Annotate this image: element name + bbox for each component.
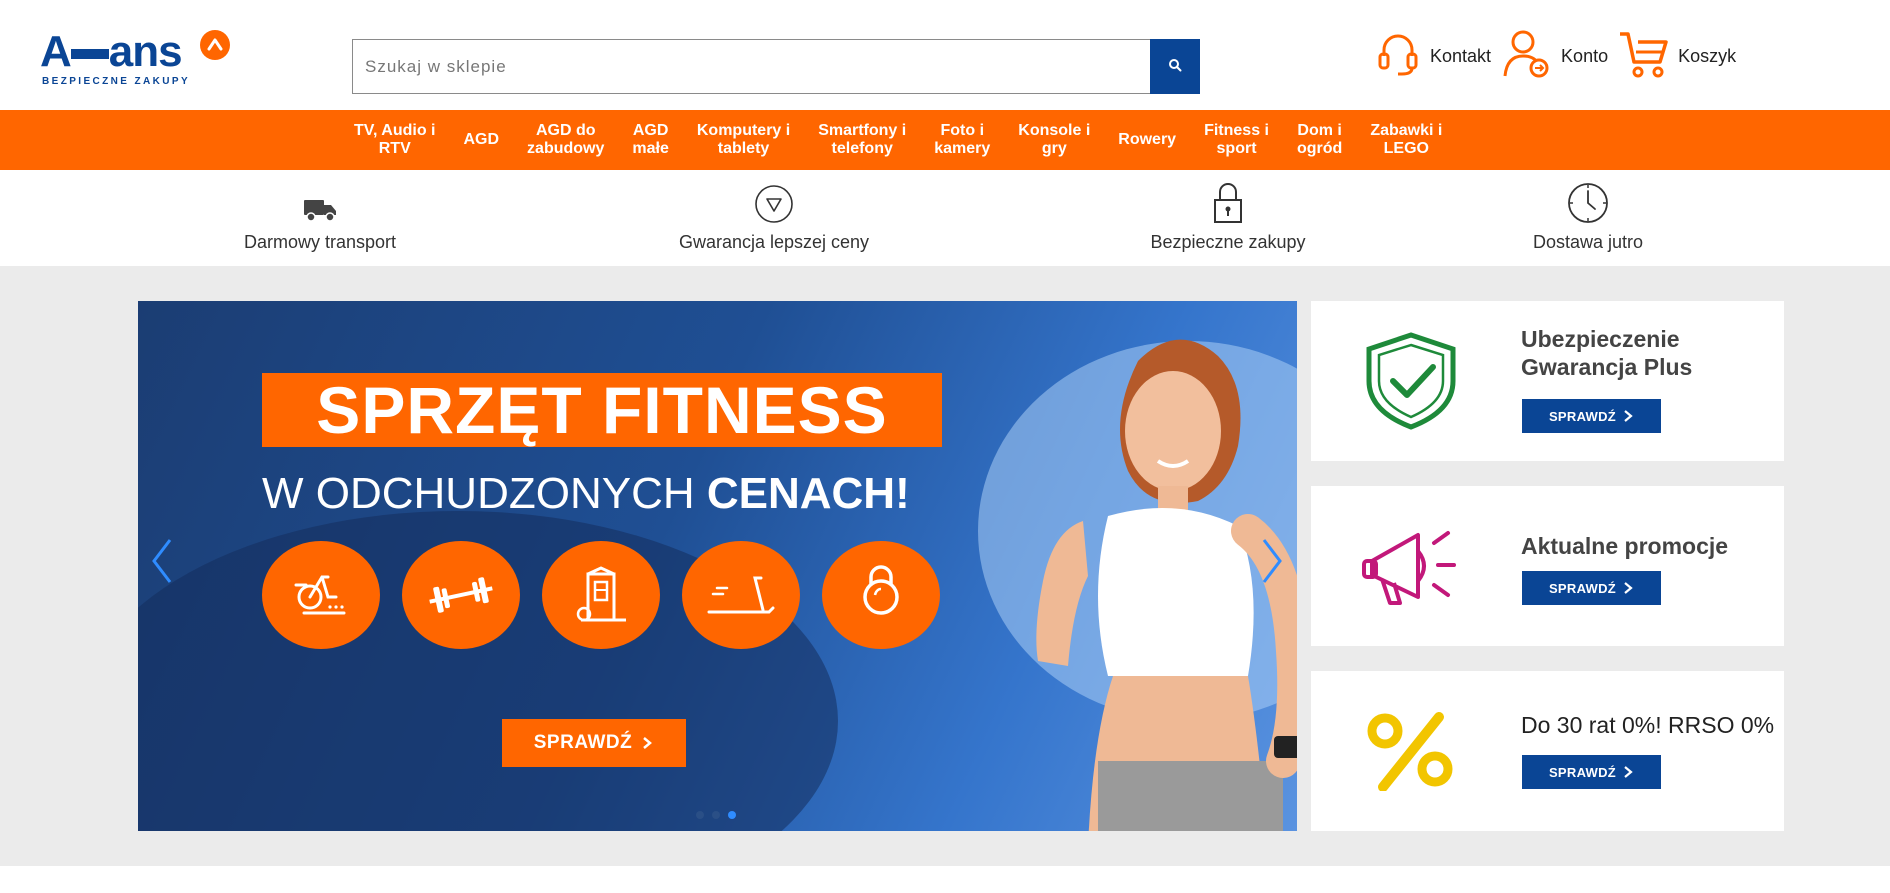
promo-offers-button[interactable]: SPRAWDŹ <box>1522 571 1661 605</box>
nav-item-dom-ogrod[interactable]: Dom i ogród <box>1283 122 1356 158</box>
promo-title: Ubezpieczenie Gwarancja Plus <box>1521 326 1693 380</box>
triangle-badge-icon <box>754 170 794 228</box>
hero-cta-button[interactable]: SPRAWDŹ <box>502 719 686 767</box>
hero-slider[interactable]: SPRZĘT FITNESS W ODCHUDZONYCH CENACH! SP… <box>138 301 1297 831</box>
headset-icon <box>1374 30 1422 83</box>
slider-dot[interactable] <box>696 811 704 819</box>
slider-dots <box>696 811 744 819</box>
logo-wordmark: Aans <box>40 27 183 76</box>
gym-station-icon <box>542 541 660 649</box>
main-content: SPRZĘT FITNESS W ODCHUDZONYCH CENACH! SP… <box>0 266 1890 866</box>
nav-item-konsole[interactable]: Konsole i gry <box>1004 122 1104 158</box>
clock-icon <box>1567 170 1609 228</box>
logo-tagline: BEZPIECZNE ZAKUPY <box>42 76 191 87</box>
account-label: Konto <box>1561 45 1609 66</box>
slider-dot[interactable] <box>712 811 720 819</box>
padlock-icon <box>1213 170 1243 228</box>
feature-next-day-delivery[interactable]: Dostawa jutro <box>1508 170 1668 266</box>
search-bar <box>352 39 1200 94</box>
promo-title: Aktualne promocje <box>1521 533 1729 559</box>
search-input[interactable] <box>352 39 1150 94</box>
nav-item-zabawki[interactable]: Zabawki i LEGO <box>1356 122 1456 158</box>
slider-prev-arrow[interactable] <box>148 536 178 586</box>
search-icon <box>1168 58 1182 75</box>
slider-next-arrow[interactable] <box>1256 536 1286 586</box>
nav-item-agd-zabudowa[interactable]: AGD do zabudowy <box>513 122 618 158</box>
barbell-icon <box>402 541 520 649</box>
truck-icon <box>302 170 338 228</box>
features-bar: Darmowy transport Gwarancja lepszej ceny… <box>0 170 1890 266</box>
exercise-bike-icon <box>262 541 380 649</box>
feature-label: Bezpieczne zakupy <box>1150 232 1306 252</box>
megaphone-icon <box>1351 508 1471 624</box>
cart-link[interactable]: Koszyk <box>1618 28 1736 85</box>
nav-item-agd[interactable]: AGD <box>449 131 513 149</box>
nav-item-agd-male[interactable]: AGD małe <box>618 122 682 158</box>
category-nav: TV, Audio i RTV AGD AGD do zabudowy AGD … <box>0 110 1890 170</box>
nav-item-foto[interactable]: Foto i kamery <box>920 122 1004 158</box>
percent-icon <box>1351 693 1471 809</box>
feature-free-transport[interactable]: Darmowy transport <box>220 170 420 266</box>
hero-model-image <box>1036 339 1297 831</box>
feature-safe-shopping[interactable]: Bezpieczne zakupy <box>1128 170 1328 266</box>
search-button[interactable] <box>1150 39 1200 94</box>
header-links: Kontakt Konto Koszyk <box>1374 30 1746 82</box>
promo-installments-button[interactable]: SPRAWDŹ <box>1522 755 1661 789</box>
promo-insurance-button[interactable]: SPRAWDŹ <box>1522 399 1661 433</box>
nav-item-smartfony[interactable]: Smartfony i telefony <box>804 122 920 158</box>
feature-label: Dostawa jutro <box>1532 232 1644 252</box>
contact-link[interactable]: Kontakt <box>1374 30 1491 83</box>
promo-title: Do 30 rat 0%! RRSO 0% <box>1521 712 1775 738</box>
contact-label: Kontakt <box>1430 45 1492 66</box>
hero-headline: SPRZĘT FITNESS <box>316 373 888 447</box>
nav-item-komputery[interactable]: Komputery i tablety <box>683 122 804 158</box>
hero-subline: W ODCHUDZONYCH CENACH! <box>262 469 910 518</box>
nav-item-fitness[interactable]: Fitness i sport <box>1190 122 1283 158</box>
cart-label: Koszyk <box>1678 45 1737 66</box>
feature-label: Darmowy transport <box>243 232 397 252</box>
account-link[interactable]: Konto <box>1501 28 1608 85</box>
feature-price-guarantee[interactable]: Gwarancja lepszej ceny <box>664 170 884 266</box>
cart-icon <box>1618 28 1670 85</box>
promo-current-offers[interactable]: Aktualne promocje SPRAWDŹ <box>1311 486 1784 646</box>
promo-insurance[interactable]: Ubezpieczenie Gwarancja Plus SPRAWDŹ <box>1311 301 1784 461</box>
slider-dot-active[interactable] <box>728 811 736 819</box>
nav-item-tv-audio[interactable]: TV, Audio i RTV <box>340 122 449 158</box>
kettlebell-icon <box>822 541 940 649</box>
site-logo[interactable]: Aans BEZPIECZNE ZAKUPY <box>40 30 240 90</box>
feature-label: Gwarancja lepszej ceny <box>678 232 870 252</box>
user-icon <box>1501 28 1553 85</box>
nav-item-rowery[interactable]: Rowery <box>1104 131 1190 149</box>
logo-caret-icon <box>200 30 230 60</box>
promo-installments[interactable]: Do 30 rat 0%! RRSO 0% SPRAWDŹ <box>1311 671 1784 831</box>
site-header: Aans BEZPIECZNE ZAKUPY Kontakt <box>0 0 1890 110</box>
treadmill-icon <box>682 541 800 649</box>
shield-check-icon <box>1351 323 1471 439</box>
